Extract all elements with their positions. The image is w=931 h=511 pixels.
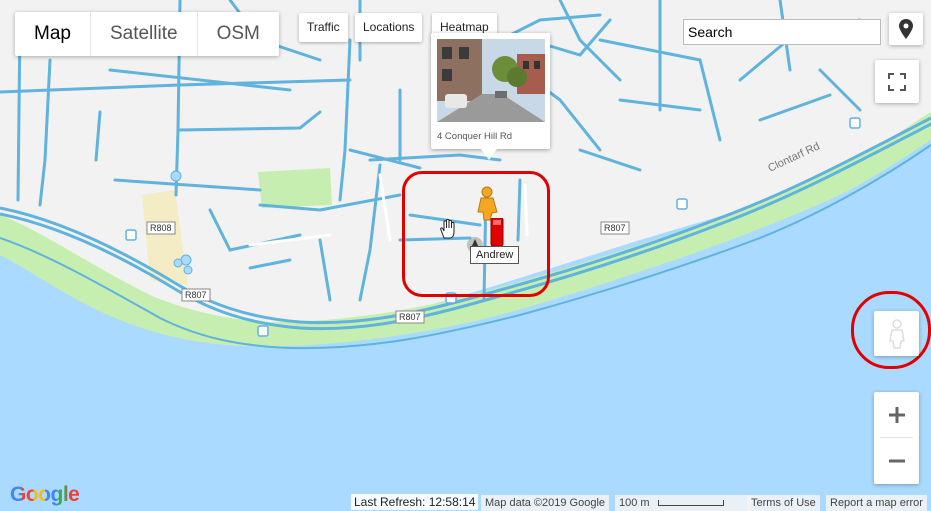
pond <box>183 265 193 275</box>
bus-stop-icon <box>125 229 137 241</box>
scale-label: 100 m <box>619 497 650 509</box>
fullscreen-icon <box>888 72 906 91</box>
vehicle-marker-icon[interactable] <box>489 218 505 248</box>
logo-text: Google <box>10 483 80 506</box>
traffic-button[interactable]: Traffic <box>299 13 348 42</box>
street-view-pegman-button[interactable] <box>874 311 919 356</box>
zoom-in-button[interactable] <box>874 392 919 438</box>
road-label-r807: R807 <box>604 223 626 233</box>
zoom-control <box>874 392 919 484</box>
popup-address: 4 Conquer Hill Rd <box>437 131 512 142</box>
locate-button[interactable] <box>889 13 923 45</box>
map-type-satellite[interactable]: Satellite <box>91 12 198 56</box>
last-refresh-time: 12:58:14 <box>428 495 476 509</box>
road-label-r807: R807 <box>185 290 207 300</box>
locations-button[interactable]: Locations <box>355 13 423 42</box>
plus-icon <box>888 407 905 423</box>
bus-stop-icon <box>849 117 861 129</box>
road-label-r808: R808 <box>150 223 172 233</box>
scale-bar[interactable]: 100 m <box>615 495 751 511</box>
last-refresh: Last Refresh: 12:58:14 <box>351 494 479 510</box>
map-type-osm[interactable]: OSM <box>198 12 279 56</box>
hand-cursor-icon <box>440 218 455 239</box>
road-label-r807: R807 <box>399 312 421 322</box>
google-logo[interactable]: Google <box>10 483 80 507</box>
last-refresh-label: Last Refresh: <box>354 495 426 509</box>
pegman-icon[interactable] <box>475 186 501 222</box>
bus-stop-icon <box>257 325 269 337</box>
street-view-photo[interactable] <box>437 39 545 122</box>
map-type-control: Map Satellite OSM <box>15 12 279 56</box>
map-data-attribution[interactable]: Map data ©2019 Google <box>481 495 610 511</box>
report-error-link[interactable]: Report a map error <box>826 495 927 511</box>
pond <box>170 170 182 182</box>
search-input[interactable] <box>683 19 881 45</box>
popup-tail <box>481 149 497 160</box>
bus-stop-icon <box>676 198 688 210</box>
terms-link[interactable]: Terms of Use <box>747 495 820 511</box>
map-type-map[interactable]: Map <box>15 12 91 56</box>
marker-label: Andrew <box>470 246 520 264</box>
zoom-out-button[interactable] <box>874 438 919 484</box>
scale-line <box>657 500 724 507</box>
zoom-divider <box>880 437 913 438</box>
street-view-popup[interactable]: 4 Conquer Hill Rd <box>431 33 550 160</box>
pond <box>180 254 192 266</box>
minus-icon <box>888 459 905 463</box>
pegman-outline-icon <box>888 318 905 349</box>
fullscreen-button[interactable] <box>875 60 919 103</box>
map-pin-icon <box>899 19 913 39</box>
park-area <box>258 168 332 208</box>
pond <box>173 258 183 268</box>
